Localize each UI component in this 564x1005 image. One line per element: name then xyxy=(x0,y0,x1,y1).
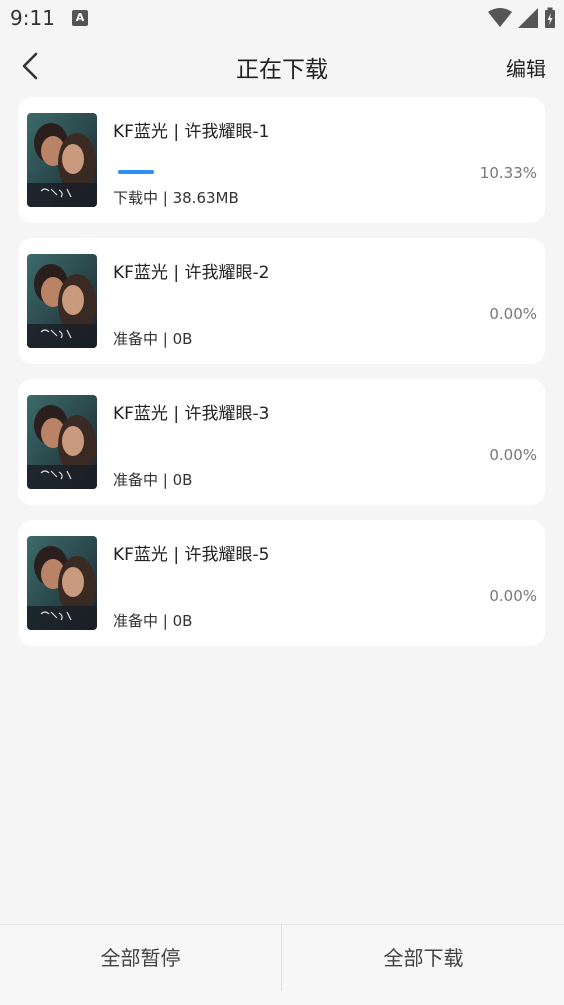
poster-thumbnail xyxy=(27,395,97,489)
download-title: KF蓝光 | 许我耀眼-3 xyxy=(113,404,270,424)
download-percent: 0.00% xyxy=(489,446,537,464)
status-bar: 9:11 A xyxy=(0,0,564,36)
app-bar: 正在下载 编辑 xyxy=(0,36,564,96)
download-title: KF蓝光 | 许我耀眼-2 xyxy=(113,263,270,283)
poster-thumbnail xyxy=(27,113,97,207)
download-status: 准备中 | 0B xyxy=(113,330,193,348)
status-icons xyxy=(488,6,556,30)
download-percent: 0.00% xyxy=(489,305,537,323)
poster-thumbnail xyxy=(27,536,97,630)
download-status: 下载中 | 38.63MB xyxy=(113,189,239,207)
download-status: 准备中 | 0B xyxy=(113,612,193,630)
download-list: KF蓝光 | 许我耀眼-1 下载中 | 38.63MB 10.33% KF蓝光 … xyxy=(18,97,545,661)
bottom-bar: 全部暂停 全部下载 xyxy=(0,924,564,1005)
download-percent: 10.33% xyxy=(479,164,537,182)
download-all-button[interactable]: 全部下载 xyxy=(283,925,564,1005)
progress-fill xyxy=(118,170,154,174)
page-title: 正在下载 xyxy=(236,57,328,83)
download-item[interactable]: KF蓝光 | 许我耀眼-5 准备中 | 0B 0.00% xyxy=(18,520,545,646)
wifi-icon xyxy=(488,8,512,27)
download-title: KF蓝光 | 许我耀眼-5 xyxy=(113,545,270,565)
status-time: 9:11 xyxy=(10,6,55,30)
download-item[interactable]: KF蓝光 | 许我耀眼-1 下载中 | 38.63MB 10.33% xyxy=(18,97,545,223)
download-percent: 0.00% xyxy=(489,587,537,605)
pause-all-button[interactable]: 全部暂停 xyxy=(0,925,281,1005)
edit-button[interactable]: 编辑 xyxy=(506,53,546,82)
signal-icon xyxy=(518,8,538,28)
notification-icon: A xyxy=(72,10,88,26)
download-status: 准备中 | 0B xyxy=(113,471,193,489)
poster-thumbnail xyxy=(27,254,97,348)
download-title: KF蓝光 | 许我耀眼-1 xyxy=(113,122,270,142)
progress-bar xyxy=(118,170,154,174)
divider xyxy=(281,925,282,991)
download-item[interactable]: KF蓝光 | 许我耀眼-2 准备中 | 0B 0.00% xyxy=(18,238,545,364)
download-item[interactable]: KF蓝光 | 许我耀眼-3 准备中 | 0B 0.00% xyxy=(18,379,545,505)
battery-icon xyxy=(545,7,555,28)
